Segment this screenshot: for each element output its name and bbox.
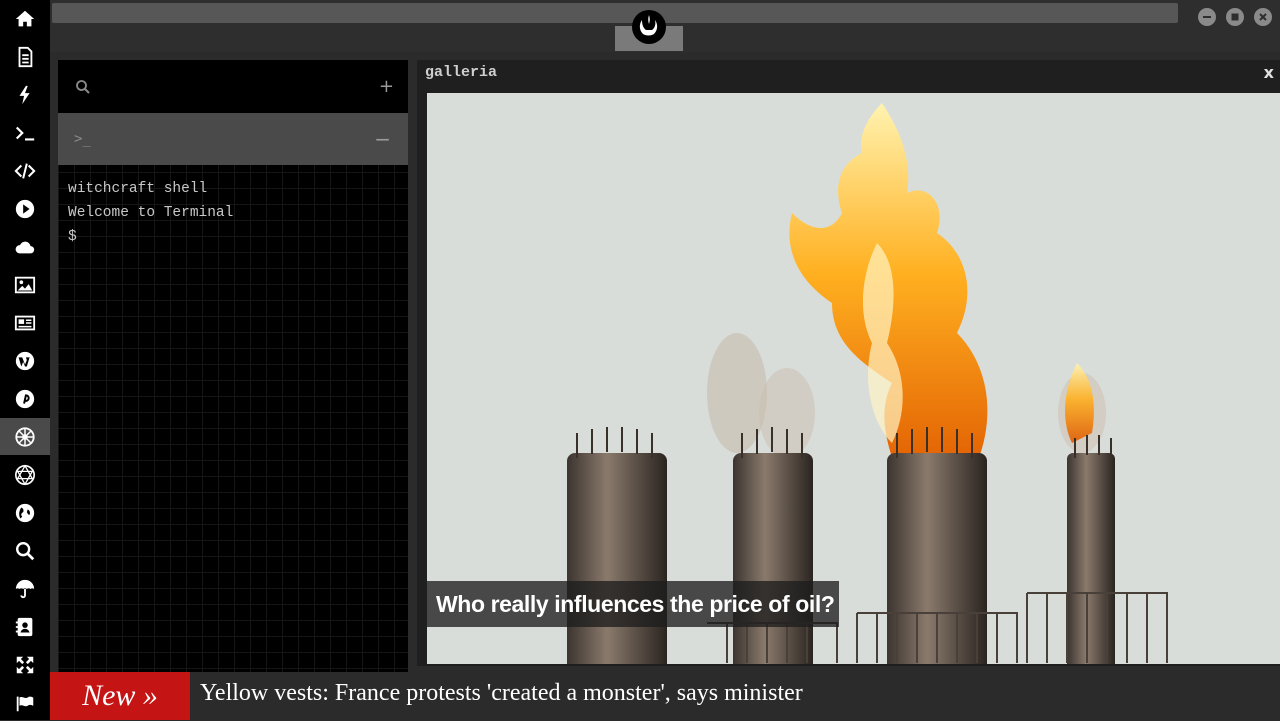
window-title: galleria <box>425 64 498 81</box>
terminal-tab[interactable]: >_ − <box>58 113 408 165</box>
dock-item-network[interactable] <box>0 456 50 493</box>
expand-icon <box>16 656 34 673</box>
wordpress-icon <box>15 351 35 370</box>
galleria-window: galleria x Who really influences the pri… <box>417 60 1280 666</box>
minimize-icon <box>1203 16 1211 18</box>
ticker-badge-label: New » <box>82 679 158 712</box>
close-icon <box>1259 13 1267 21</box>
dock-item-expand[interactable] <box>0 646 50 683</box>
terminal-prompt-icon: >_ <box>74 131 91 147</box>
image-icon <box>14 276 36 293</box>
add-terminal-button[interactable]: + <box>379 76 394 97</box>
dock-item-lightning[interactable] <box>0 76 50 113</box>
terminal-search-bar[interactable]: + <box>58 60 408 113</box>
home-icon <box>15 10 35 26</box>
rebel-alliance-icon <box>632 10 666 44</box>
photo-caption: Who really influences the price of oil? <box>427 581 839 627</box>
dock-item-play[interactable] <box>0 190 50 227</box>
network-sphere-icon <box>15 464 35 485</box>
dock-item-cloud[interactable] <box>0 228 50 265</box>
terminal-icon <box>15 126 35 141</box>
lightning-icon <box>19 85 30 104</box>
dock-item-terminal[interactable] <box>0 114 50 151</box>
ticker-headline[interactable]: Yellow vests: France protests 'created a… <box>200 680 803 707</box>
code-icon <box>14 162 36 179</box>
terminal-output[interactable]: witchcraft shell Welcome to Terminal $ <box>68 177 398 249</box>
dock-item-image[interactable] <box>0 266 50 303</box>
collapse-terminal-button[interactable]: − <box>374 127 391 151</box>
caption-text: Who really influences the price of oil? <box>436 590 835 617</box>
app-dock <box>0 0 50 720</box>
terminal-line: Welcome to Terminal <box>68 205 234 221</box>
refinery-flare-image <box>427 93 1280 664</box>
minimize-button[interactable] <box>1198 8 1216 26</box>
dock-item-search[interactable] <box>0 532 50 569</box>
close-galleria-button[interactable]: x <box>1264 63 1274 82</box>
dock-item-wordpress[interactable] <box>0 342 50 379</box>
globe-icon <box>15 503 35 522</box>
document-icon <box>18 46 33 67</box>
galactic-empire-icon <box>15 426 35 447</box>
dock-item-document[interactable] <box>0 38 50 75</box>
ticker-badge: New » <box>50 672 190 720</box>
umbrella-icon <box>15 579 35 598</box>
newspaper-icon <box>14 315 36 330</box>
pinterest-icon <box>15 389 35 408</box>
news-ticker: New » Yellow vests: France protests 'cre… <box>50 672 1280 720</box>
maximize-icon <box>1231 13 1239 21</box>
search-icon <box>76 80 90 94</box>
address-bar[interactable] <box>52 3 1178 23</box>
terminal-line: witchcraft shell <box>68 181 208 197</box>
dock-item-pinterest[interactable] <box>0 380 50 417</box>
dock-item-globe[interactable] <box>0 494 50 531</box>
terminal-panel: + >_ − witchcraft shell Welcome to Termi… <box>58 60 408 672</box>
contact-card-icon <box>15 617 33 636</box>
play-icon <box>15 199 35 218</box>
search-icon <box>16 541 35 560</box>
dock-item-news[interactable] <box>0 304 50 341</box>
dock-item-flag[interactable] <box>0 684 50 721</box>
dock-item-home[interactable] <box>0 0 50 37</box>
gallery-photo[interactable]: Who really influences the price of oil? <box>427 93 1280 664</box>
flag-icon <box>16 696 34 711</box>
close-window-button[interactable] <box>1254 8 1272 26</box>
dock-item-empire[interactable] <box>0 418 50 455</box>
dock-item-umbrella[interactable] <box>0 570 50 607</box>
cloud-icon <box>15 241 35 253</box>
maximize-button[interactable] <box>1226 8 1244 26</box>
dock-item-code[interactable] <box>0 152 50 189</box>
dock-item-contacts[interactable] <box>0 608 50 645</box>
terminal-prompt[interactable]: $ <box>68 225 398 249</box>
